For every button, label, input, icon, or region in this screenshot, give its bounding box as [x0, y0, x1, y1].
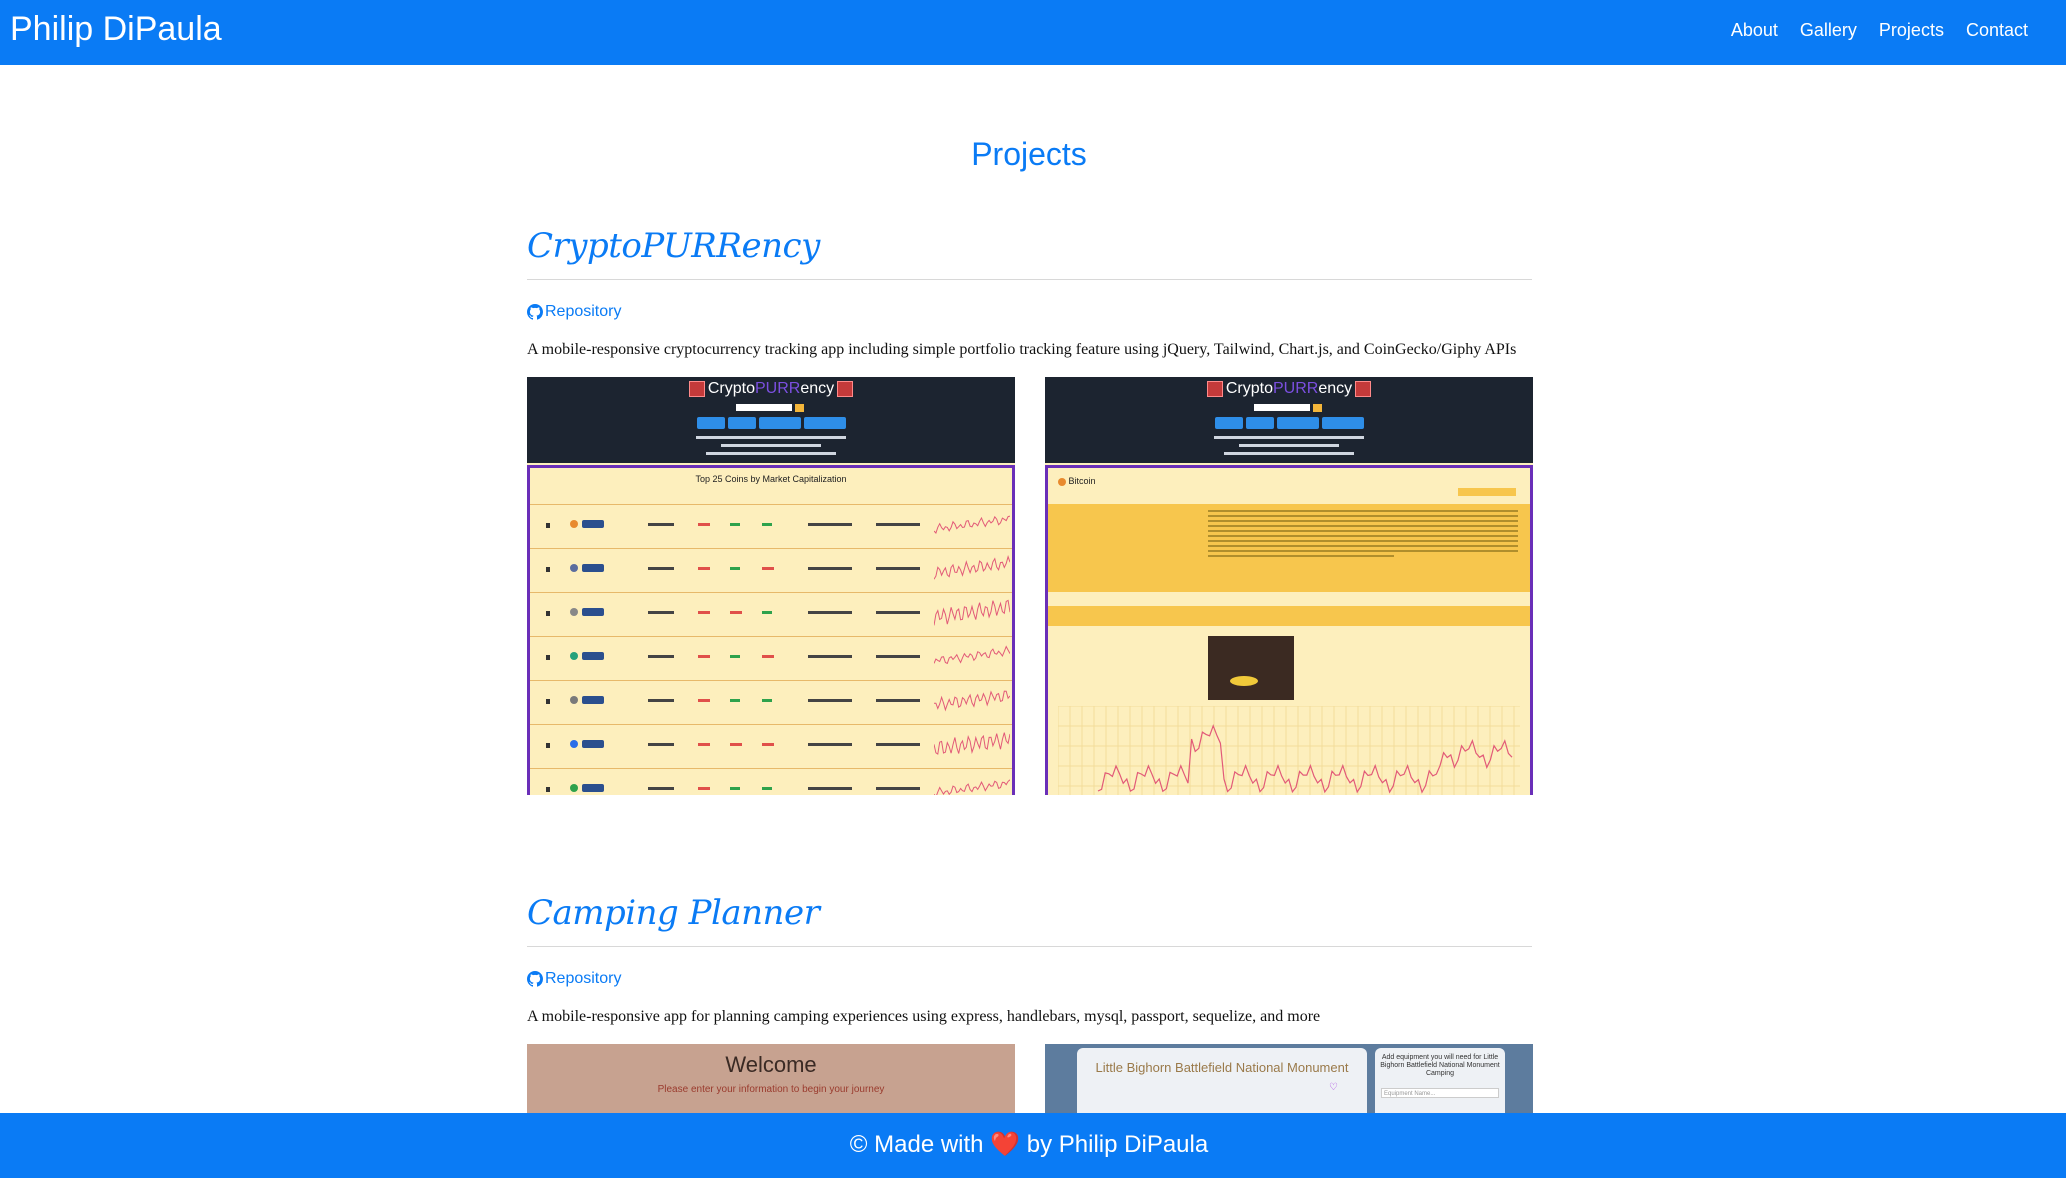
project-screenshot[interactable]: CryptoPURRency Bitcoin	[1045, 377, 1533, 795]
coin-name-thumbnail: Bitcoin	[1058, 476, 1096, 486]
search-bar-thumbnail	[736, 404, 792, 411]
repository-link[interactable]: Repository	[527, 303, 621, 321]
button-row-thumbnail	[1045, 417, 1533, 429]
coin-row-thumbnail	[530, 636, 1012, 681]
navbar: Philip DiPaula About Gallery Projects Co…	[0, 0, 2066, 65]
page-title: Projects	[971, 136, 1087, 172]
project-screenshot[interactable]: CryptoPURRency Top 25 Coins by Market Ca…	[527, 377, 1015, 795]
app-header-thumbnail: CryptoPURRency	[527, 377, 1015, 463]
github-icon	[527, 304, 543, 320]
nav-link-projects[interactable]: Projects	[1879, 20, 1944, 41]
table-header-thumbnail	[530, 492, 1012, 500]
cat-icon	[1355, 380, 1372, 397]
nav-link-about[interactable]: About	[1731, 20, 1778, 41]
nav-link-gallery[interactable]: Gallery	[1800, 20, 1857, 41]
footer-text: © Made with ❤️ by Philip DiPaula	[849, 1131, 1209, 1158]
repository-label: Repository	[545, 303, 622, 320]
welcome-subtext-thumbnail: Please enter your information to begin y…	[657, 1084, 885, 1095]
bitcoin-icon	[1058, 477, 1066, 486]
remove-button-thumbnail	[1458, 488, 1516, 496]
project-title: Camping Planner	[527, 893, 820, 933]
coin-row-thumbnail	[530, 768, 1012, 795]
repository-link[interactable]: Repository	[527, 970, 621, 988]
welcome-heading-thumbnail: Welcome	[725, 1052, 817, 1077]
app-title-thumbnail: CryptoPURRency	[1045, 380, 1533, 398]
coin-row-thumbnail	[530, 548, 1012, 593]
search-icon	[795, 404, 804, 412]
cat-gif-thumbnail	[1208, 636, 1294, 700]
cat-icon	[688, 380, 705, 397]
button-row-thumbnail	[527, 417, 1015, 429]
project-screenshot[interactable]: Welcome Please enter your information to…	[527, 1044, 1015, 1124]
app-header-thumbnail: CryptoPURRency	[1045, 377, 1533, 463]
coin-row-thumbnail	[530, 504, 1012, 549]
brand-link[interactable]: Philip DiPaula	[10, 10, 222, 49]
description-band-thumbnail	[1048, 504, 1530, 592]
project-screenshot[interactable]: Little Bighorn Battlefield National Monu…	[1045, 1044, 1533, 1124]
project-title: CryptoPURRency	[527, 226, 820, 266]
coin-row-thumbnail	[530, 592, 1012, 637]
coin-row-thumbnail	[530, 724, 1012, 769]
table-title-thumbnail: Top 25 Coins by Market Capitalization	[695, 474, 847, 484]
nav-link-contact[interactable]: Contact	[1966, 20, 2028, 41]
cat-icon	[1206, 380, 1223, 397]
coin-row-thumbnail	[530, 680, 1012, 725]
repository-label: Repository	[545, 970, 622, 987]
cat-icon	[837, 380, 854, 397]
coin-detail-thumbnail: Bitcoin	[1045, 465, 1533, 795]
divider	[527, 946, 1532, 947]
equipment-heading-thumbnail: Add equipment you will need for Little B…	[1380, 1054, 1500, 1077]
price-chart-thumbnail	[1058, 706, 1520, 795]
coins-table-thumbnail: Top 25 Coins by Market Capitalization	[527, 465, 1015, 795]
divider	[527, 279, 1532, 280]
search-icon	[1313, 404, 1322, 412]
project-description: A mobile-responsive app for planning cam…	[527, 1008, 1321, 1025]
footer: © Made with ❤️ by Philip DiPaula	[0, 1113, 2066, 1178]
equipment-input-thumbnail: Equipment Name...	[1381, 1088, 1499, 1098]
nav-links: About Gallery Projects Contact	[1731, 20, 2028, 41]
search-bar-thumbnail	[1254, 404, 1310, 411]
heart-icon: ❤️	[990, 1131, 1021, 1158]
park-name-thumbnail: Little Bighorn Battlefield National Monu…	[1095, 1060, 1349, 1075]
project-description: A mobile-responsive cryptocurrency track…	[527, 341, 1517, 358]
app-title-thumbnail: CryptoPURRency	[527, 380, 1015, 398]
github-icon	[527, 971, 543, 987]
heart-icon: ♡	[1329, 1082, 1338, 1093]
